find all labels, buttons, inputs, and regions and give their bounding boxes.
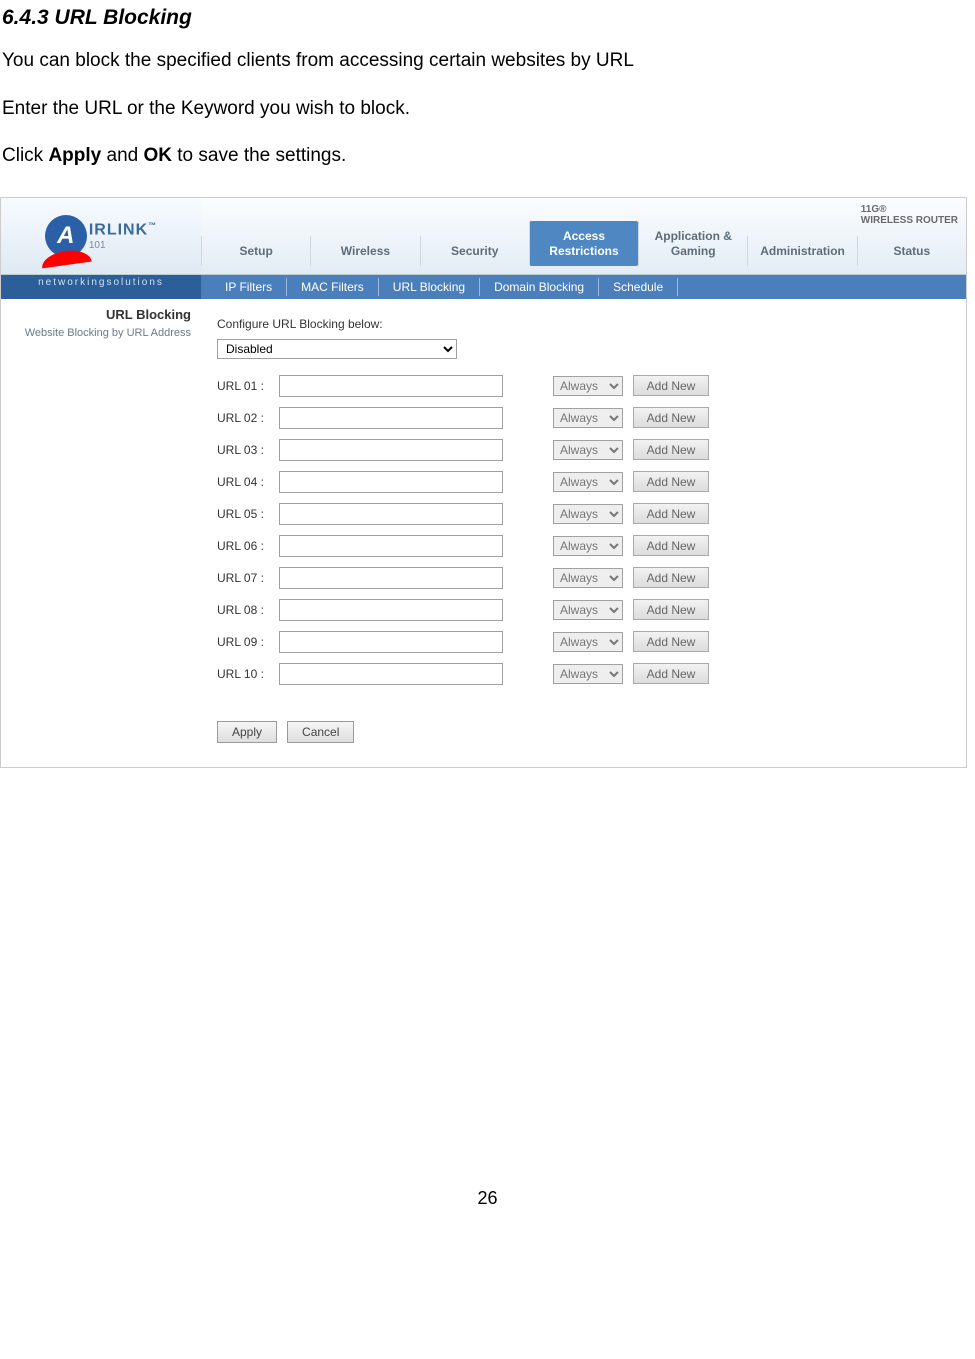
schedule-select-7[interactable]: Always [553, 568, 623, 588]
url-row-9: URL 09 : Always Add New [217, 631, 950, 653]
schedule-select-6[interactable]: Always [553, 536, 623, 556]
url-input-1[interactable] [279, 375, 503, 397]
url-input-6[interactable] [279, 535, 503, 557]
add-new-button-10[interactable]: Add New [633, 663, 709, 684]
url-row-2: URL 02 : Always Add New [217, 407, 950, 429]
add-new-button-8[interactable]: Add New [633, 599, 709, 620]
url-input-5[interactable] [279, 503, 503, 525]
url-row-4: URL 04 : Always Add New [217, 471, 950, 493]
schedule-select-3[interactable]: Always [553, 440, 623, 460]
url-row-10: URL 10 : Always Add New [217, 663, 950, 685]
url-label: URL 04 : [217, 475, 269, 489]
schedule-select-10[interactable]: Always [553, 664, 623, 684]
url-row-8: URL 08 : Always Add New [217, 599, 950, 621]
url-input-10[interactable] [279, 663, 503, 685]
panel-instruction: Configure URL Blocking below: [217, 317, 950, 331]
schedule-select-2[interactable]: Always [553, 408, 623, 428]
schedule-select-9[interactable]: Always [553, 632, 623, 652]
tab-wireless[interactable]: Wireless [310, 236, 419, 266]
add-new-button-1[interactable]: Add New [633, 375, 709, 396]
logo-tagline: networkingsolutions [1, 275, 201, 299]
url-input-2[interactable] [279, 407, 503, 429]
url-row-5: URL 05 : Always Add New [217, 503, 950, 525]
url-label: URL 02 : [217, 411, 269, 425]
logo-icon: A [45, 215, 87, 257]
panel-title: URL Blocking [1, 307, 191, 322]
url-label: URL 09 : [217, 635, 269, 649]
sub-nav: IP Filters MAC Filters URL Blocking Doma… [201, 275, 966, 299]
add-new-button-2[interactable]: Add New [633, 407, 709, 428]
action-row: Apply Cancel [217, 721, 950, 743]
schedule-select-5[interactable]: Always [553, 504, 623, 524]
url-input-7[interactable] [279, 567, 503, 589]
doc-para-3-post: to save the settings. [172, 145, 346, 166]
tab-access-restrictions[interactable]: Access Restrictions [529, 221, 638, 266]
url-blocking-status-select[interactable]: Disabled [217, 339, 457, 359]
tab-security[interactable]: Security [420, 236, 529, 266]
doc-para-1: You can block the specified clients from… [2, 48, 975, 74]
sub-nav-row: networkingsolutions IP Filters MAC Filte… [1, 275, 966, 299]
sidebar: URL Blocking Website Blocking by URL Add… [1, 299, 201, 767]
add-new-button-7[interactable]: Add New [633, 567, 709, 588]
subnav-schedule[interactable]: Schedule [599, 278, 678, 296]
tab-setup[interactable]: Setup [201, 236, 310, 266]
brand-tag: WIRELESS ROUTER [861, 215, 958, 226]
logo-wrap: A IRLINK™ 101 [45, 215, 157, 257]
brand-badge: 11G® WIRELESS ROUTER [861, 204, 958, 226]
url-label: URL 06 : [217, 539, 269, 553]
logo-text-main: IRLINK [89, 222, 148, 239]
url-input-4[interactable] [279, 471, 503, 493]
cancel-button[interactable]: Cancel [287, 721, 354, 743]
url-label: URL 08 : [217, 603, 269, 617]
tab-app-gaming[interactable]: Application & Gaming [638, 221, 747, 266]
url-label: URL 03 : [217, 443, 269, 457]
add-new-button-4[interactable]: Add New [633, 471, 709, 492]
subnav-ip-filters[interactable]: IP Filters [211, 278, 287, 296]
add-new-button-6[interactable]: Add New [633, 535, 709, 556]
url-label: URL 10 : [217, 667, 269, 681]
url-label: URL 05 : [217, 507, 269, 521]
logo-text-sup: ™ [148, 221, 157, 230]
main-panel: Configure URL Blocking below: Disabled U… [201, 299, 966, 767]
url-label: URL 07 : [217, 571, 269, 585]
doc-para-3-b1: Apply [48, 145, 101, 166]
tab-administration[interactable]: Administration [747, 236, 856, 266]
url-input-3[interactable] [279, 439, 503, 461]
add-new-button-9[interactable]: Add New [633, 631, 709, 652]
add-new-button-3[interactable]: Add New [633, 439, 709, 460]
logo-text: IRLINK™ 101 [89, 221, 157, 250]
doc-para-3-b2: OK [144, 145, 173, 166]
url-label: URL 01 : [217, 379, 269, 393]
router-header: A IRLINK™ 101 Setup Wireless Security Ac… [1, 198, 966, 275]
url-rows-container: URL 01 : Always Add New URL 02 : Always Add N… [217, 375, 950, 685]
doc-para-3: Click Apply and OK to save the settings. [2, 143, 975, 169]
subnav-mac-filters[interactable]: MAC Filters [287, 278, 379, 296]
url-row-3: URL 03 : Always Add New [217, 439, 950, 461]
router-screenshot: 11G® WIRELESS ROUTER A IRLINK™ 101 Setup… [0, 197, 967, 768]
url-row-6: URL 06 : Always Add New [217, 535, 950, 557]
schedule-select-8[interactable]: Always [553, 600, 623, 620]
logo-cell: A IRLINK™ 101 [1, 198, 201, 274]
section-heading: 6.4.3 URL Blocking [2, 6, 975, 30]
url-row-7: URL 07 : Always Add New [217, 567, 950, 589]
url-row-1: URL 01 : Always Add New [217, 375, 950, 397]
apply-button[interactable]: Apply [217, 721, 277, 743]
brand-sup: 11G [861, 204, 879, 215]
subnav-url-blocking[interactable]: URL Blocking [379, 278, 480, 296]
add-new-button-5[interactable]: Add New [633, 503, 709, 524]
schedule-select-1[interactable]: Always [553, 376, 623, 396]
page-number: 26 [0, 1188, 975, 1209]
doc-para-3-mid: and [101, 145, 143, 166]
doc-para-2: Enter the URL or the Keyword you wish to… [2, 96, 975, 122]
main-tabs: Setup Wireless Security Access Restricti… [201, 198, 966, 274]
schedule-select-4[interactable]: Always [553, 472, 623, 492]
url-input-8[interactable] [279, 599, 503, 621]
content-row: URL Blocking Website Blocking by URL Add… [1, 299, 966, 767]
panel-subtitle: Website Blocking by URL Address [1, 326, 191, 340]
url-input-9[interactable] [279, 631, 503, 653]
doc-para-3-pre: Click [2, 145, 48, 166]
tab-status[interactable]: Status [857, 236, 966, 266]
subnav-domain-blocking[interactable]: Domain Blocking [480, 278, 599, 296]
